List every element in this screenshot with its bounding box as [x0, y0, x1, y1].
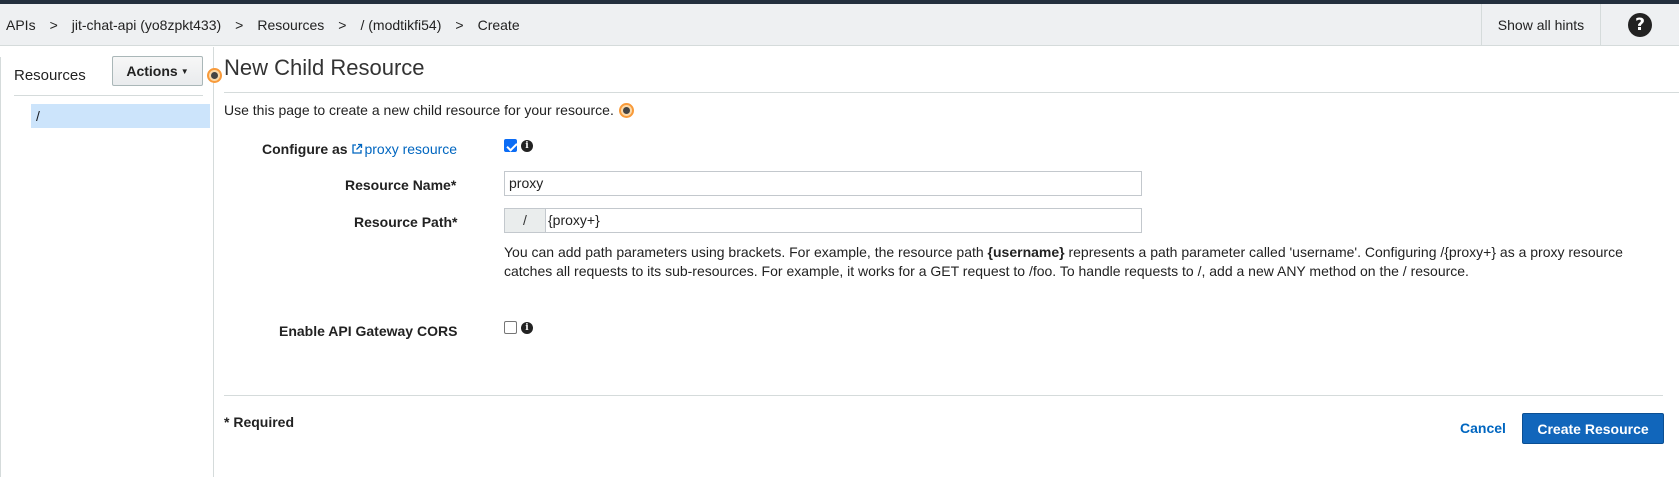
sidebar-title: Resources	[14, 67, 86, 84]
resource-path-prefix: /	[504, 208, 546, 233]
breadcrumb-separator: >	[455, 17, 464, 33]
page-intro: Use this page to create a new child reso…	[224, 102, 614, 118]
breadcrumb-resources[interactable]: Resources	[257, 17, 324, 33]
breadcrumb-root-resource[interactable]: / (modtikfi54)	[360, 17, 441, 33]
title-divider	[224, 92, 1679, 93]
breadcrumb-apis[interactable]: APIs	[6, 17, 36, 33]
proxy-field-label: Configure as proxy resource	[262, 141, 457, 157]
help-icon: ?	[1628, 13, 1652, 37]
sidebar-divider	[14, 95, 203, 96]
proxy-link-text: proxy resource	[364, 141, 458, 157]
sidebar-edge	[0, 57, 4, 477]
hint-icon[interactable]	[207, 68, 222, 83]
hint-icon[interactable]	[619, 103, 634, 118]
resource-tree-root[interactable]: /	[31, 104, 210, 128]
breadcrumb: APIs > jit-chat-api (yo8zpkt433) > Resou…	[6, 4, 520, 46]
page-title: New Child Resource	[224, 55, 425, 80]
help-text-example: {username}	[987, 244, 1065, 260]
proxy-resource-checkbox[interactable]	[504, 139, 517, 152]
proxy-label-text: Configure as	[262, 141, 348, 157]
actions-label: Actions	[126, 63, 178, 79]
resource-name-label: Resource Name*	[345, 177, 457, 193]
breadcrumb-bar: APIs > jit-chat-api (yo8zpkt433) > Resou…	[0, 4, 1679, 46]
breadcrumb-separator: >	[49, 17, 58, 33]
help-text-start: You can add path parameters using bracke…	[504, 244, 988, 260]
footer-divider	[224, 395, 1663, 396]
help-button[interactable]: ?	[1600, 4, 1679, 46]
resources-sidebar: Resources Actions ▼ /	[0, 47, 214, 477]
resource-path-help: You can add path parameters using bracke…	[504, 243, 1664, 281]
info-icon[interactable]: i	[521, 140, 533, 152]
breadcrumb-api[interactable]: jit-chat-api (yo8zpkt433)	[72, 17, 221, 33]
actions-dropdown-button[interactable]: Actions ▼	[112, 56, 203, 86]
resource-name-input[interactable]: proxy	[504, 171, 1142, 196]
create-resource-button[interactable]: Create Resource	[1522, 413, 1664, 444]
info-icon[interactable]: i	[521, 322, 533, 334]
required-note: * Required	[224, 414, 295, 430]
resource-path-input[interactable]: {proxy+}	[545, 208, 1142, 233]
enable-cors-checkbox[interactable]	[504, 321, 517, 334]
cors-label: Enable API Gateway CORS	[279, 323, 458, 339]
external-link-icon	[352, 143, 363, 154]
caret-down-icon: ▼	[180, 66, 189, 76]
breadcrumb-separator: >	[235, 17, 244, 33]
show-all-hints-button[interactable]: Show all hints	[1481, 4, 1600, 46]
cancel-button[interactable]: Cancel	[1460, 420, 1506, 436]
breadcrumb-separator: >	[338, 17, 347, 33]
resource-path-label: Resource Path*	[354, 214, 458, 230]
breadcrumb-current: Create	[477, 17, 520, 33]
proxy-resource-link[interactable]: proxy resource	[351, 141, 457, 157]
